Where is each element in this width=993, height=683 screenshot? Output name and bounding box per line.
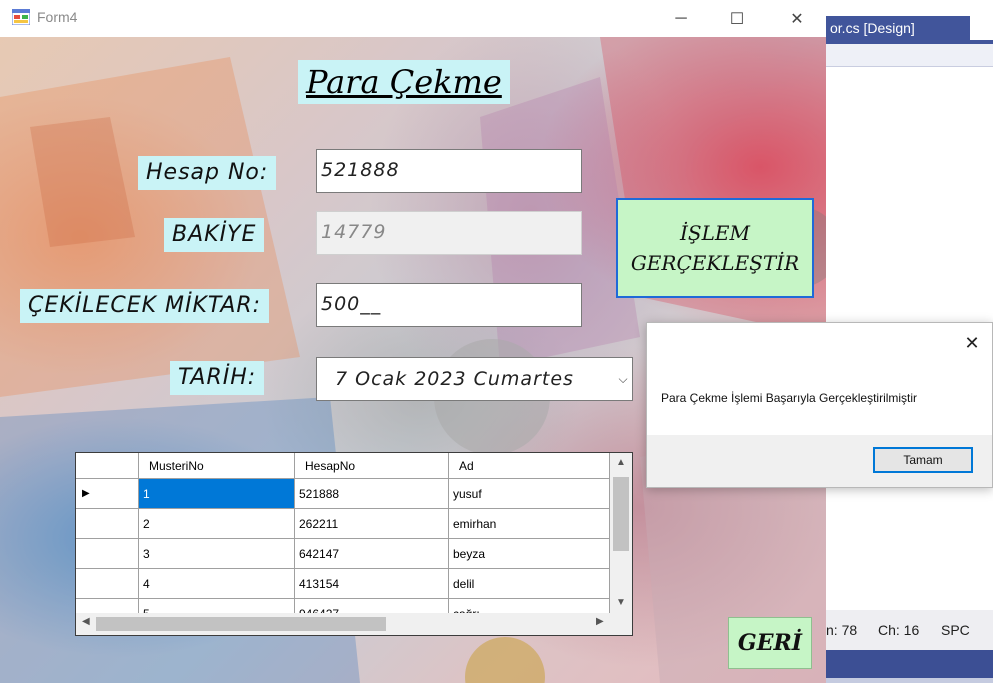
current-row-indicator-icon[interactable]: ▶ bbox=[76, 479, 139, 509]
ide-toolbar bbox=[826, 44, 993, 67]
column-header-hesapno[interactable]: HesapNo bbox=[295, 453, 449, 479]
cell-hesapno[interactable]: 521888 bbox=[295, 479, 449, 509]
row-header[interactable] bbox=[76, 569, 139, 599]
hesap-no-label: Hesap No: bbox=[138, 156, 277, 190]
hesap-no-input[interactable]: 521888 bbox=[316, 149, 582, 193]
grid-horizontal-scrollbar[interactable]: ◀ ▶ bbox=[76, 613, 632, 635]
status-mode: SPC bbox=[941, 622, 970, 638]
row-header[interactable] bbox=[76, 509, 139, 539]
dialog-footer: Tamam bbox=[647, 435, 992, 487]
dialog-message: Para Çekme İşlemi Başarıyla Gerçekleştir… bbox=[661, 391, 918, 405]
app-icon bbox=[12, 9, 30, 25]
horizontal-scroll-thumb[interactable] bbox=[96, 617, 386, 631]
column-header-musterino[interactable]: MusteriNo bbox=[139, 453, 295, 479]
cell-hesapno[interactable]: 642147 bbox=[295, 539, 449, 569]
miktar-label: ÇEKİLECEK MİKTAR: bbox=[20, 289, 270, 323]
vertical-scroll-thumb[interactable] bbox=[613, 477, 629, 551]
customer-data-grid[interactable]: MusteriNo HesapNo Ad ▶ 1 521888 yusuf 2 … bbox=[75, 452, 633, 636]
status-column: n: 78 bbox=[826, 622, 858, 638]
ide-bottom-strip bbox=[826, 678, 993, 683]
grid-vertical-scrollbar[interactable]: ▲ ▼ bbox=[610, 453, 632, 613]
scroll-right-icon[interactable]: ▶ bbox=[596, 616, 604, 627]
ide-status-bar: n: 78 Ch: 16 SPC bbox=[826, 610, 993, 650]
cell-musterino[interactable]: 3 bbox=[139, 539, 295, 569]
ide-document-tab[interactable]: or.cs [Design] bbox=[826, 16, 970, 40]
cell-hesapno[interactable]: 413154 bbox=[295, 569, 449, 599]
cell-ad[interactable]: delil bbox=[449, 569, 610, 599]
close-button[interactable]: ✕ bbox=[774, 0, 820, 37]
tarih-value: 7 Ocak 2023 Cumartes bbox=[335, 368, 574, 390]
islem-gerceklestir-button[interactable]: İŞLEM GERÇEKLEŞTİR bbox=[616, 198, 814, 298]
cell-musterino[interactable]: 2 bbox=[139, 509, 295, 539]
cell-musterino[interactable]: 4 bbox=[139, 569, 295, 599]
grid-corner-header bbox=[76, 453, 139, 479]
geri-button[interactable]: GERİ bbox=[728, 617, 812, 669]
scroll-left-icon[interactable]: ◀ bbox=[82, 616, 90, 627]
cell-ad[interactable]: yusuf bbox=[449, 479, 610, 509]
miktar-input[interactable]: 500__ bbox=[316, 283, 582, 327]
title-bar: Form4 ─ ☐ ✕ bbox=[0, 0, 826, 37]
page-title: Para Çekme bbox=[298, 60, 510, 104]
scroll-up-icon[interactable]: ▲ bbox=[610, 457, 632, 468]
dialog-close-button[interactable]: ✕ bbox=[960, 331, 984, 355]
tarih-label: TARİH: bbox=[170, 361, 265, 395]
message-box-dialog: ✕ Para Çekme İşlemi Başarıyla Gerçekleşt… bbox=[646, 322, 993, 488]
bakiye-label: BAKİYE bbox=[164, 218, 265, 252]
chevron-down-icon[interactable]: ⌵ bbox=[614, 358, 632, 400]
islem-button-label: İŞLEM GERÇEKLEŞTİR bbox=[630, 221, 800, 275]
row-header[interactable] bbox=[76, 539, 139, 569]
cell-ad[interactable]: beyza bbox=[449, 539, 610, 569]
ide-bottom-bar bbox=[826, 650, 993, 678]
status-char: Ch: 16 bbox=[878, 622, 920, 638]
cell-hesapno[interactable]: 262211 bbox=[295, 509, 449, 539]
window-title: Form4 bbox=[37, 9, 78, 25]
column-header-ad[interactable]: Ad bbox=[449, 453, 610, 479]
cell-ad[interactable]: emirhan bbox=[449, 509, 610, 539]
scroll-down-icon[interactable]: ▼ bbox=[610, 597, 632, 608]
bakiye-field: 14779 bbox=[316, 211, 582, 255]
maximize-button[interactable]: ☐ bbox=[714, 0, 760, 37]
tarih-date-picker[interactable]: 7 Ocak 2023 Cumartes ⌵ bbox=[316, 357, 633, 401]
tamam-button[interactable]: Tamam bbox=[873, 447, 973, 473]
cell-musterino[interactable]: 1 bbox=[139, 479, 295, 509]
minimize-button[interactable]: ─ bbox=[658, 0, 704, 37]
